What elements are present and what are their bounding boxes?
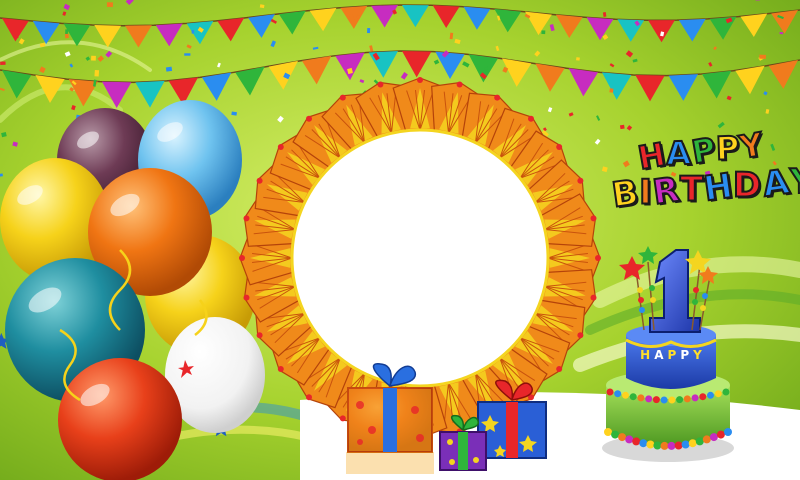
balloon-red-icon xyxy=(58,358,182,480)
happy-birthday-logo: HAPPY BIRTHDAY xyxy=(609,124,800,220)
birthday-artwork xyxy=(0,0,800,480)
birthday-card: HAPPY BIRTHDAY HAPPY xyxy=(0,0,800,480)
cake-label: HAPPY xyxy=(640,348,706,362)
